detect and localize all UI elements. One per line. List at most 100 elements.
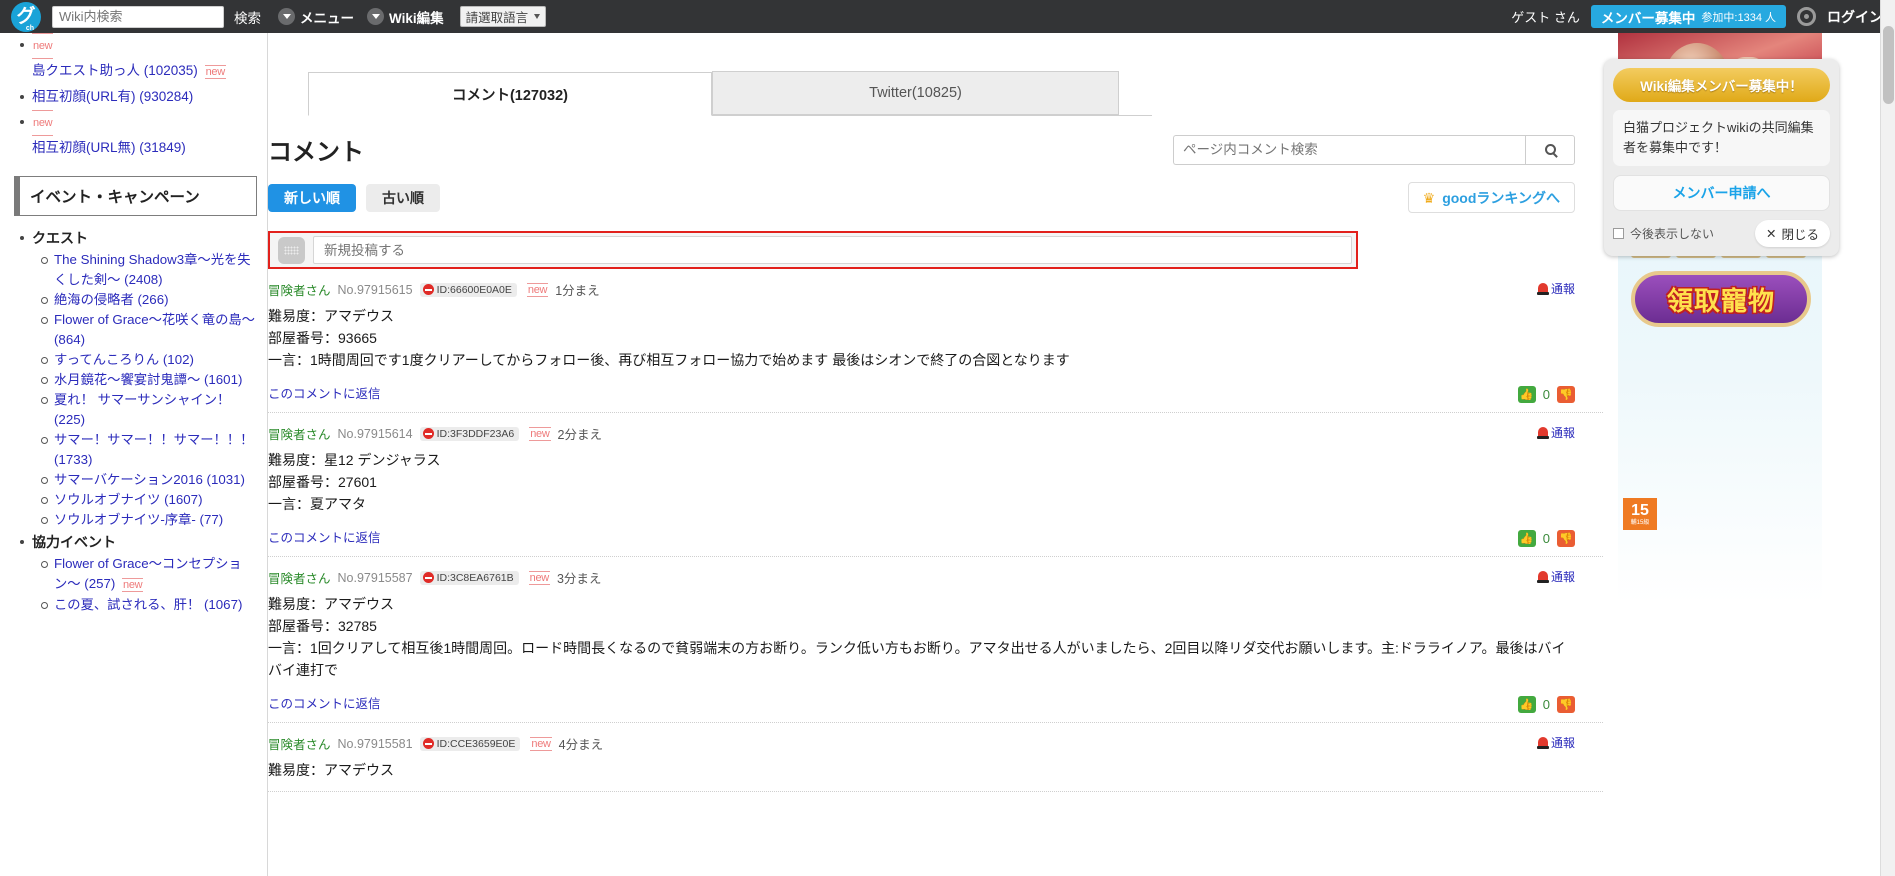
list-item: 夏れ！ サマーサンシャイン！ (225) [41,390,257,430]
comment-line: 部屋番号：27601 [268,474,377,490]
ad-cta-button[interactable]: 領取寵物 [1631,271,1811,327]
page-title: コメント [268,139,364,166]
member-recruit-count: 参加中:1334 人 [1701,11,1776,24]
sidebar-item-quest-2[interactable]: Flower of Grace〜花咲く竜の島〜 (864) [54,312,255,347]
dont-show-checkbox[interactable] [1613,228,1624,239]
sidebar-group-label: クエスト [32,230,88,246]
member-recruit-badge[interactable]: メンバー募集中 参加中:1334 人 [1590,5,1786,28]
chevron-down-icon [367,8,384,25]
comment-user-id[interactable]: ID:66600E0A0E [419,282,517,297]
comment-author: 冒険者さん [268,428,331,442]
sidebar-item-quest-1[interactable]: 絶海の侵略者 (266) [54,292,169,307]
main-content: コメント(127032) Twitter(10825) コメント 新しい順 古い… [268,33,1603,876]
comment-search-button[interactable] [1525,134,1575,165]
thumbs-down-icon[interactable]: 👎 [1557,386,1575,403]
sidebar-item-quest-6[interactable]: サマー！サマー！！サマー！！！ (1733) [54,432,253,467]
reply-link[interactable]: このコメントに返信 [268,527,381,546]
comment-user-id-text: ID:3F3DDF23A6 [436,427,515,440]
sort-newest-button[interactable]: 新しい順 [268,183,356,212]
report-button[interactable]: 通報 [1536,424,1575,441]
comment-user-id[interactable]: ID:CCE3659E0E [419,736,521,751]
logo-subtext: ch [25,24,34,32]
thumbs-down-icon[interactable]: 👎 [1557,696,1575,713]
age-rating-number: 15 [1631,501,1649,519]
wiki-search-button[interactable]: 検索 [230,4,265,29]
new-badge: new [32,33,54,59]
tab-twitter[interactable]: Twitter(10825) [712,71,1119,115]
comment-line: 一言：1時間周回です1度クリアーしてからフォロー後、再び相互フォロー協力で始めま… [268,352,1070,368]
comment-user-id[interactable]: ID:3F3DDF23A6 [419,426,520,441]
ban-icon [422,572,434,583]
scrollbar-thumb[interactable] [1883,26,1894,104]
sidebar-link-mutual-url-no[interactable]: 相互初顔(URL無) (31849) [32,140,186,155]
content-tabs: コメント(127032) Twitter(10825) [308,71,1152,116]
sidebar-heading-events: イベント・キャンペーン [14,176,257,216]
page-scrollbar[interactable] [1880,0,1895,876]
comment-author: 冒険者さん [268,738,331,752]
thumbs-up-icon[interactable]: 👍 [1517,696,1536,713]
ban-icon [422,428,434,439]
list-item: 水月鏡花〜饗宴討鬼譚〜 (1601) [41,370,257,390]
siren-icon [1536,736,1549,749]
report-label: 通報 [1550,570,1575,584]
reply-link[interactable]: このコメントに返信 [268,383,381,402]
sidebar-item-quest-4[interactable]: 水月鏡花〜饗宴討鬼譚〜 (1601) [54,372,242,387]
thumbs-up-icon[interactable]: 👍 [1517,530,1536,547]
sidebar-item-coop-1[interactable]: この夏、試される、肝！ (1067) [54,597,242,612]
language-select[interactable]: 請選取語言 [459,6,547,27]
wiki-recruit-popup: Wiki編集メンバー募集中！ 白猫プロジェクトwikiの共同編集者を募集中です！… [1604,59,1839,256]
comment-search-input[interactable] [1173,134,1525,165]
sidebar-group-quest: クエスト The Shining Shadow3章〜光を失くした剣〜 (2408… [20,226,257,530]
vote-count: 0 [1542,531,1550,546]
list-item: new 島クエスト助っ人 (102035) new [20,33,257,84]
site-logo[interactable]: グ ch [0,0,52,33]
sidebar-item-quest-9[interactable]: ソウルオブナイツ-序章- (77) [54,512,223,527]
sidebar-item-quest-3[interactable]: すってんころりん (102) [54,352,194,367]
top-navigation-bar: グch 検索 メニュー Wiki編集 請選取語言 ゲスト さん メンバー募集中 … [0,0,1895,33]
wiki-edit-dropdown[interactable]: Wiki編集 [367,7,444,27]
login-button[interactable]: ログイン [1827,7,1883,27]
list-item: 相互初顔(URL有) (930284) [20,85,257,109]
comment-user-id[interactable]: ID:3C8EA6761B [419,570,519,585]
sidebar-item-quest-0[interactable]: The Shining Shadow3章〜光を失くした剣〜 (2408) [54,252,251,287]
new-badge: new [528,570,550,585]
new-post-input[interactable] [313,236,1352,264]
chevron-down-icon [278,8,295,25]
gear-icon[interactable] [1797,7,1816,26]
logo-text: グ [16,6,36,27]
report-button[interactable]: 通報 [1536,734,1575,751]
sidebar-link-island-quest[interactable]: 島クエスト助っ人 (102035) [32,63,198,78]
siren-icon [1536,282,1549,295]
sort-oldest-button[interactable]: 古い順 [366,183,440,212]
tab-comments[interactable]: コメント(127032) [308,72,712,116]
report-button[interactable]: 通報 [1536,568,1575,585]
close-popup-button[interactable]: ✕ 閉じる [1755,220,1830,247]
vote-controls: 👍 0 👎 [1517,530,1575,547]
wiki-edit-label: Wiki編集 [389,10,444,26]
thumbs-down-icon[interactable]: 👎 [1557,530,1575,547]
report-label: 通報 [1550,426,1575,440]
new-post-box[interactable] [268,231,1358,269]
sidebar-item-quest-5[interactable]: 夏れ！ サマーサンシャイン！ (225) [54,392,230,427]
sidebar-group-label: 協力イベント [32,534,116,550]
member-apply-button[interactable]: メンバー申請へ [1613,175,1830,211]
comment-author: 冒険者さん [268,572,331,586]
menu-label: メニュー [300,10,354,26]
comment-line: 難易度：アマデウス [268,308,394,324]
sidebar-item-quest-7[interactable]: サマーバケーション2016 (1031) [54,472,245,487]
list-item: すってんころりん (102) [41,350,257,370]
siren-icon [1536,426,1549,439]
sidebar-item-coop-0[interactable]: Flower of Grace〜コンセプション〜 (257) [54,556,242,591]
good-ranking-button[interactable]: ♛ goodランキングへ [1407,182,1575,213]
reply-link[interactable]: このコメントに返信 [268,693,381,712]
sidebar-link-mutual-url-yes[interactable]: 相互初顔(URL有) (930284) [32,89,193,104]
thumbs-up-icon[interactable]: 👍 [1517,386,1536,403]
sidebar-item-quest-8[interactable]: ソウルオブナイツ (1607) [54,492,203,507]
comment-time: 3分まえ [556,572,602,586]
wiki-search-input[interactable] [52,5,224,28]
menu-dropdown[interactable]: メニュー [278,7,354,27]
chevron-down-icon [534,14,541,19]
comment-time: 2分まえ [557,428,602,442]
report-button[interactable]: 通報 [1536,280,1575,297]
comment-meta: 冒険者さん No.97915615 ID:66600E0A0E new 1分まえ [268,280,1575,299]
